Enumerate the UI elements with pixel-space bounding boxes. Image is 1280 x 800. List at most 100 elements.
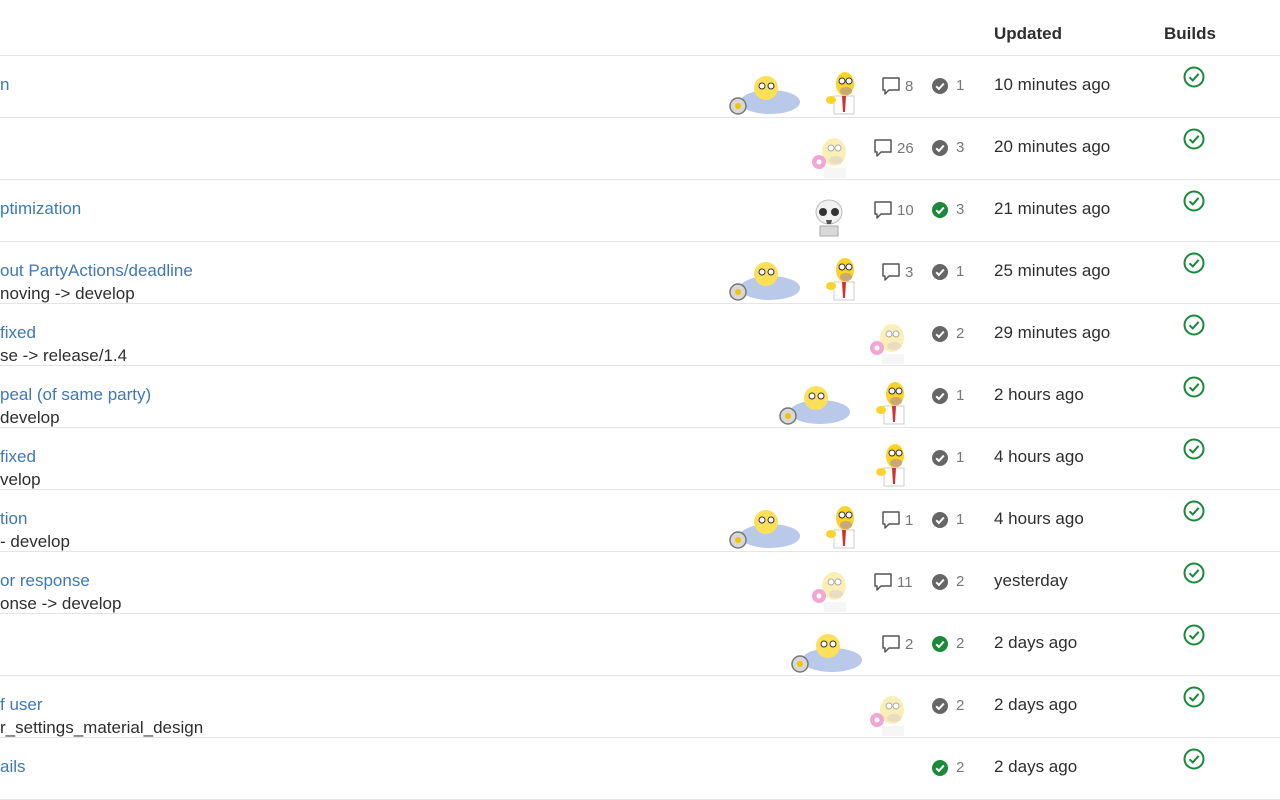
pipeline-status[interactable]: 1 [932,77,964,94]
pipeline-count: 2 [956,573,965,590]
build-passed-icon[interactable] [1183,66,1205,88]
pipeline-status[interactable]: 3 [932,201,964,218]
updated-column-header: Updated [994,24,1062,43]
homer-avatar[interactable] [824,256,862,302]
homer-avatar[interactable] [824,70,862,116]
homer-avatar[interactable] [874,380,912,426]
pipeline-status[interactable]: 2 [932,697,964,714]
comments-count-value: 2 [905,635,914,653]
grandpa-avatar[interactable] [776,382,852,426]
pipeline-status[interactable]: 2 [932,573,964,590]
build-passed-icon[interactable] [1183,190,1205,212]
comments-count[interactable]: 10 [872,199,914,221]
homer-donut-avatar[interactable] [868,318,906,364]
pipeline-count: 2 [956,325,965,342]
pipeline-count: 1 [956,387,965,404]
builds-column-header: Builds [1164,24,1216,43]
comments-count[interactable]: 11 [872,571,913,593]
build-passed-icon[interactable] [1183,748,1205,770]
pipeline-status[interactable]: 1 [932,449,964,466]
updated-time: 2 days ago [994,695,1078,714]
merge-request-title-link[interactable]: ptimization [0,199,81,219]
pipeline-status[interactable]: 2 [932,635,964,652]
build-passed-icon[interactable] [1183,562,1205,584]
pipeline-status[interactable]: 3 [932,139,964,156]
merge-request-title-link[interactable]: fixed [0,323,36,343]
comment-icon [880,509,905,531]
build-passed-icon[interactable] [1183,686,1205,708]
check-circle-icon [932,511,948,528]
comments-count[interactable]: 2 [880,633,913,655]
build-passed-icon[interactable] [1183,438,1205,460]
check-circle-icon [932,635,948,652]
build-passed-icon[interactable] [1183,500,1205,522]
comment-icon [880,261,905,283]
pipeline-count: 1 [956,511,965,528]
grandpa-avatar[interactable] [726,72,802,116]
pipeline-count: 1 [956,449,965,466]
branch-info: se -> release/1.4 [0,346,128,365]
homer-avatar[interactable] [874,442,912,488]
updated-time: 2 days ago [994,633,1078,652]
updated-time: 20 minutes ago [994,137,1111,156]
pipeline-status[interactable]: 1 [932,511,964,528]
merge-request-title-link[interactable]: tion [0,509,27,529]
table-header: Updated Builds [0,0,1280,56]
merge-request-row: or response onse -> develop 11 2 yesterday [0,552,1280,614]
comments-count[interactable]: 3 [880,261,913,283]
comments-count[interactable]: 8 [880,75,913,97]
merge-request-title-link[interactable]: f user [0,695,43,715]
grandpa-avatar[interactable] [726,258,802,302]
updated-time: 2 days ago [994,757,1078,776]
homer-avatar[interactable] [824,504,862,550]
merge-request-row: fixed velop 1 4 hours ago [0,428,1280,490]
homer-donut-avatar[interactable] [810,132,848,178]
comment-icon [880,633,905,655]
build-passed-icon[interactable] [1183,252,1205,274]
updated-time: 21 minutes ago [994,199,1111,218]
build-passed-icon[interactable] [1183,376,1205,398]
homer-donut-avatar[interactable] [868,690,906,736]
merge-request-title-link[interactable]: fixed [0,447,36,467]
updated-time: 25 minutes ago [994,261,1111,280]
build-passed-icon[interactable] [1183,314,1205,336]
pipeline-status[interactable]: 2 [932,759,964,776]
skull-avatar[interactable] [810,194,848,240]
check-circle-icon [932,139,948,156]
grandpa-avatar[interactable] [788,630,864,674]
pipeline-count: 2 [956,697,965,714]
check-circle-icon [932,263,948,280]
merge-request-title-link[interactable]: out PartyActions/deadline [0,261,193,281]
comments-count[interactable]: 1 [880,509,913,531]
branch-info: noving -> develop [0,284,135,303]
merge-request-row: fixed se -> release/1.4 2 29 minutes ago [0,304,1280,366]
pipeline-status[interactable]: 2 [932,325,964,342]
pipeline-status[interactable]: 1 [932,263,964,280]
grandpa-avatar[interactable] [726,506,802,550]
branch-info: develop [0,408,60,427]
comments-count[interactable]: 26 [872,137,914,159]
comments-count-value: 8 [905,77,914,95]
updated-time: 4 hours ago [994,447,1084,466]
merge-request-title-link[interactable]: n [0,75,9,95]
updated-time: yesterday [994,571,1068,590]
build-passed-icon[interactable] [1183,624,1205,646]
pipeline-status[interactable]: 1 [932,387,964,404]
branch-info: onse -> develop [0,594,122,613]
pipeline-count: 2 [956,759,965,776]
merge-request-title-link[interactable]: ails [0,757,26,777]
merge-request-row: ptimization 10 3 21 minutes ago [0,180,1280,242]
updated-time: 29 minutes ago [994,323,1111,342]
merge-request-row: out PartyActions/deadline noving -> devel… [0,242,1280,304]
homer-donut-avatar[interactable] [810,566,848,612]
check-circle-icon [932,449,948,466]
check-circle-icon [932,573,948,590]
updated-time: 4 hours ago [994,509,1084,528]
merge-request-title-link[interactable]: or response [0,571,90,591]
updated-time: 2 hours ago [994,385,1084,404]
merge-request-row: peal (of same party) develop 1 2 hours ago [0,366,1280,428]
pipeline-count: 1 [956,77,965,94]
merge-request-title-link[interactable]: peal (of same party) [0,385,151,405]
comments-count-value: 26 [897,139,914,157]
build-passed-icon[interactable] [1183,128,1205,150]
